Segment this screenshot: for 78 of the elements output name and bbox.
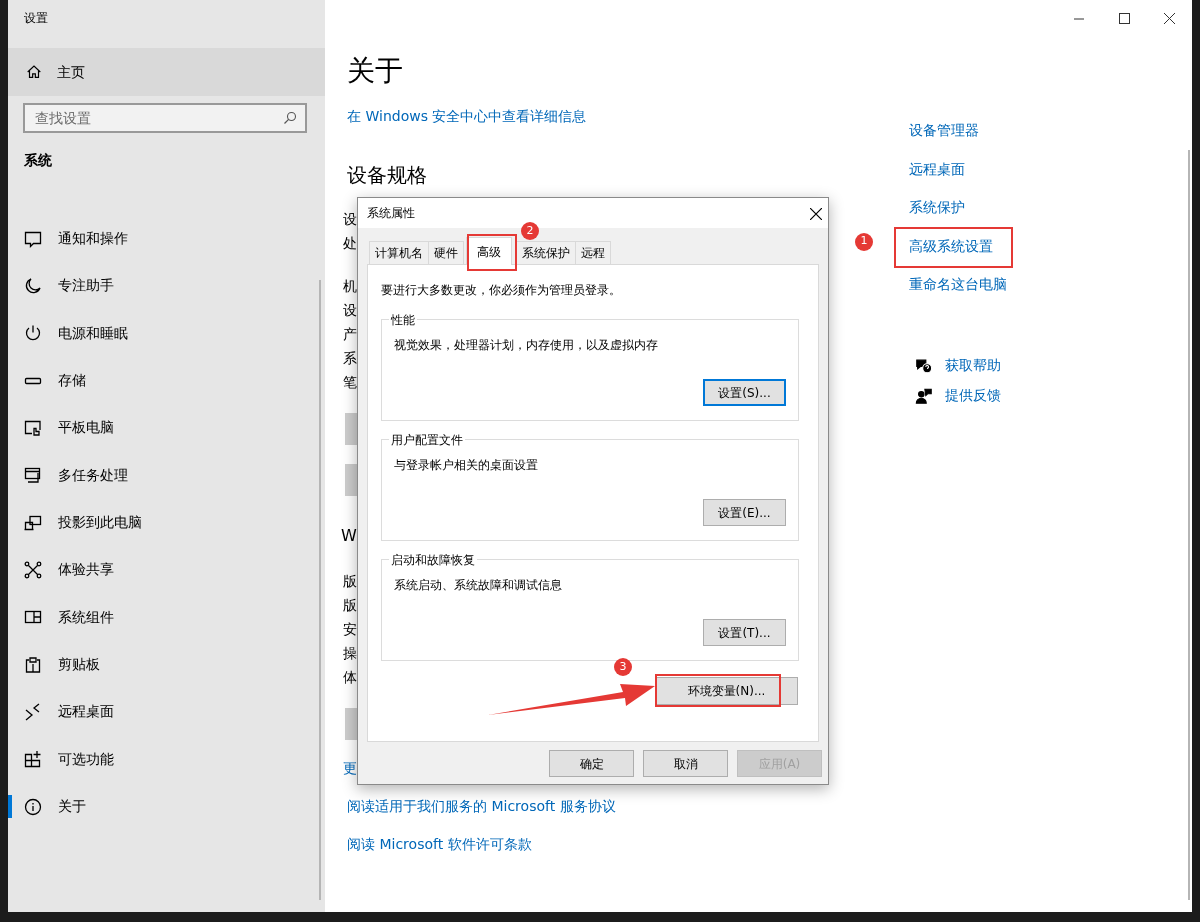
moon-icon [23,276,43,296]
sidebar-item[interactable]: 多任务处理 [8,451,325,499]
sidebar-item[interactable]: 体验共享 [8,546,325,594]
sidebar-item[interactable]: 系统组件 [8,593,325,641]
link[interactable]: 阅读适用于我们服务的 Microsoft 服务协议 [347,798,616,814]
sidebar-item[interactable]: 电源和睡眠 [8,309,325,357]
related-link[interactable]: 高级系统设置 [909,237,993,254]
sidebar-item[interactable]: 剪贴板 [8,640,325,689]
related-link[interactable]: 重命名这台电脑 [909,276,1007,292]
settings-button[interactable]: 设置(T)... [703,619,786,646]
sidebar-item[interactable]: 远程桌面 [8,688,325,736]
sidebar-item[interactable]: 关于 [8,782,325,831]
step-badge: 2 [521,222,539,240]
related-link[interactable]: 设备管理器 [909,122,979,138]
search-field[interactable]: 查找设置 [23,103,307,133]
sidebar-item[interactable]: 专注助手 [8,262,325,310]
tab[interactable]: 远程 [575,241,611,264]
group-description: 系统启动、系统故障和调试信息 [394,577,563,594]
section-heading: 系统 [24,151,53,170]
clipboard-icon [23,654,43,675]
spec-label: 笔 [343,373,357,392]
page-title: 关于 [347,53,404,89]
person-feedback-icon [915,386,933,405]
grid-icon [23,749,43,770]
sidebar-item[interactable]: 存储 [8,357,325,405]
step-badge: 3 [614,658,632,676]
scrollbar[interactable] [1188,150,1190,900]
dialog-button[interactable]: 取消 [643,750,728,777]
group-label: 启动和故障恢复 [389,551,477,569]
section-heading: W [341,525,357,547]
group-description: 视觉效果，处理器计划，内存使用，以及虚拟内存 [394,337,659,354]
spec-label: 体 [343,668,357,687]
tab[interactable]: 计算机名 [369,241,429,264]
dialog-title: 系统属性 [367,205,415,222]
spec-label: 设 [343,301,357,320]
spec-label: 安 [343,620,357,639]
sidebar-item[interactable]: 通知和操作 [8,215,325,263]
spec-label: 设 [343,210,357,229]
dialog-button[interactable]: 确定 [549,750,634,777]
sidebar-item[interactable]: 投影到此电脑 [8,498,325,547]
link[interactable]: 更 [343,758,357,779]
tab[interactable]: 高级 [466,237,512,265]
home-icon [25,63,43,81]
tab[interactable]: 硬件 [428,241,464,264]
link[interactable]: 阅读 Microsoft 软件许可条款 [347,836,532,852]
group-label: 用户配置文件 [389,431,465,449]
covered-button[interactable] [345,413,357,445]
window-icon [23,465,43,486]
group-label: 性能 [389,311,417,329]
help-link[interactable]: 获取帮助 [945,355,1001,376]
share-icon [23,559,43,580]
group-description: 与登录帐户相关的桌面设置 [394,457,539,474]
related-link[interactable]: 远程桌面 [909,160,965,177]
related-link[interactable]: 系统保护 [909,199,965,215]
step-badge: 1 [855,232,873,251]
security-link[interactable]: 在 Windows 安全中心中查看详细信息 [347,106,587,127]
covered-button[interactable] [345,464,357,496]
info-icon [23,796,43,817]
spec-label: 版 [343,596,357,615]
covered-button[interactable] [345,708,357,740]
window-title: 设置 [24,11,48,25]
environment-variables-button[interactable]: 环境变量(N)... [655,677,798,705]
home-item[interactable]: 主页 [8,48,325,96]
spec-label: 产 [343,325,357,344]
section-heading: 设备规格 [347,162,428,189]
scrollbar[interactable] [319,280,321,900]
sidebar-item[interactable]: 平板电脑 [8,404,325,452]
settings-button[interactable]: 设置(S)... [703,379,786,406]
spec-label: 系 [343,349,357,368]
settings-button[interactable]: 设置(E)... [703,499,786,526]
spec-label: 操 [343,644,357,663]
spec-label: 机 [343,277,357,296]
search-icon [283,111,297,125]
spec-label: 处 [343,234,357,253]
spec-label: 版 [343,572,357,591]
help-link[interactable]: 提供反馈 [945,385,1001,406]
notice-text: 要进行大多数更改，你必须作为管理员登录。 [381,282,622,299]
sidebar-item[interactable]: 可选功能 [8,735,325,783]
